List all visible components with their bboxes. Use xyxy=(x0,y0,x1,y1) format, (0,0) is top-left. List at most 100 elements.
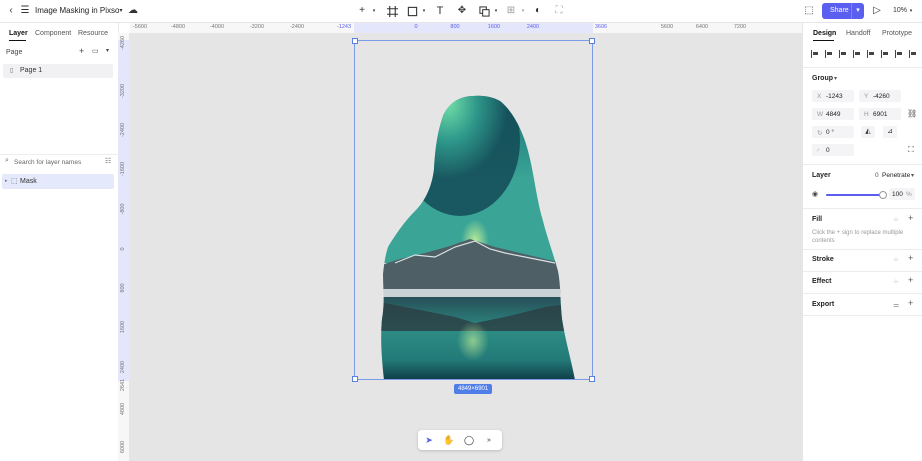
hand-tool-icon[interactable]: ✋ xyxy=(443,434,455,446)
component-tool-icon[interactable]: ✥ xyxy=(456,5,468,17)
link-icon[interactable]: ⛓ xyxy=(907,109,917,118)
layer-row[interactable]: ▸ ⬚ Mask xyxy=(2,174,114,189)
tab-design[interactable]: Design xyxy=(813,30,836,37)
add-effect-icon[interactable]: + xyxy=(908,275,913,285)
ruler-tick-label: 800 xyxy=(450,24,460,30)
style-grid-icon[interactable]: ⁘ xyxy=(893,256,899,264)
style-grid-icon[interactable]: ⁘ xyxy=(893,278,899,286)
add-stroke-icon[interactable]: + xyxy=(908,253,913,263)
masked-image xyxy=(381,95,576,379)
play-icon[interactable]: ▷ xyxy=(871,5,883,17)
h-value: 6901 xyxy=(873,110,888,118)
divider xyxy=(803,249,922,250)
resize-handle-top-left[interactable] xyxy=(352,38,358,44)
layer-row-label: Mask xyxy=(20,178,37,185)
flip-vertical-button[interactable]: ⊿ xyxy=(883,126,897,138)
fill-hint: Click the + sign to replace multiple con… xyxy=(812,230,904,244)
height-field[interactable]: H 6901 xyxy=(859,108,901,120)
align-left-icon[interactable] xyxy=(811,50,820,58)
comment-tool-icon[interactable]: ◯ xyxy=(463,434,475,446)
y-position-field[interactable]: Y -4260 xyxy=(859,90,901,102)
properties-panel: Design Handoff Prototype Group ▾ X -1243… xyxy=(802,23,922,461)
export-settings-icon[interactable]: ⚌ xyxy=(893,301,899,309)
distribute-vertical-icon[interactable] xyxy=(909,50,918,58)
opacity-slider-handle[interactable] xyxy=(879,191,887,199)
selected-group-frame[interactable] xyxy=(352,38,595,382)
chevron-down-icon[interactable]: ▾ xyxy=(490,5,502,17)
chevron-down-icon[interactable]: ▾ xyxy=(115,5,127,17)
page-item-label: Page 1 xyxy=(20,67,43,74)
cursor-tool-icon[interactable]: ➤ xyxy=(423,434,435,446)
align-middle-icon[interactable] xyxy=(867,50,876,58)
ruler-tick-label: 6000 xyxy=(120,440,126,454)
resize-handle-bottom-right[interactable] xyxy=(589,376,595,382)
crop-icon[interactable]: ⛶ xyxy=(553,5,565,17)
tab-handoff[interactable]: Handoff xyxy=(846,30,870,37)
chevron-down-icon[interactable]: ▾ xyxy=(834,75,837,82)
chevron-down-icon[interactable]: ▾ xyxy=(368,5,380,17)
contrast-icon[interactable]: ◐ xyxy=(532,5,544,17)
rotation-value: 0 ° xyxy=(826,128,835,136)
plugin-icon[interactable]: ⬚ xyxy=(803,5,815,17)
style-grid-icon[interactable]: ⁘ xyxy=(893,216,899,224)
chevron-down-icon[interactable]: ▾ xyxy=(911,172,914,179)
corner-radius-field[interactable]: ◜ 0 xyxy=(812,144,854,156)
add-fill-icon[interactable]: + xyxy=(908,213,913,223)
search-icon: ⌕ xyxy=(5,157,9,164)
group-section-title[interactable]: Group xyxy=(812,75,833,82)
tab-prototype[interactable]: Prototype xyxy=(882,30,912,37)
ruler-tick-label: -5600 xyxy=(132,24,148,30)
page-item[interactable]: ▯ Page 1 xyxy=(3,64,113,78)
width-field[interactable]: W 4849 xyxy=(812,108,854,120)
rotation-field[interactable]: ↻ 0 ° xyxy=(812,126,854,138)
rectangle-tool-icon[interactable] xyxy=(406,5,418,17)
add-page-icon[interactable]: + xyxy=(79,46,84,56)
boolean-tool-icon[interactable] xyxy=(478,5,490,17)
search-input[interactable]: Search for layer names xyxy=(14,159,81,166)
distribute-horizontal-icon[interactable] xyxy=(895,50,904,58)
canvas[interactable]: 4849×6901 ➤ ✋ ◯ » ? xyxy=(130,34,906,461)
eye-icon[interactable]: ◉ xyxy=(812,190,818,198)
resize-handle-bottom-left[interactable] xyxy=(352,376,358,382)
ruler-tick-label: -4800 xyxy=(170,24,186,30)
ruler-tick-label: 2400 xyxy=(526,24,540,30)
opacity-value: 100 xyxy=(892,190,903,198)
ruler-selection xyxy=(354,23,593,33)
blend-mode-select[interactable]: Penetrate xyxy=(882,172,910,179)
add-export-icon[interactable]: + xyxy=(908,298,913,308)
text-tool-icon[interactable]: T xyxy=(434,5,446,17)
chevron-down-icon[interactable]: ▾ xyxy=(418,5,430,17)
chevron-down-icon[interactable]: ▾ xyxy=(851,3,864,19)
layer-search[interactable]: ⌕ Search for layer names ☷ xyxy=(0,154,118,169)
filter-icon[interactable]: ☷ xyxy=(105,157,111,165)
chevron-down-icon[interactable]: ▾ xyxy=(905,5,917,17)
align-center-icon[interactable] xyxy=(825,50,834,58)
tab-component[interactable]: Component xyxy=(35,30,71,37)
expand-arrow-icon[interactable]: ▸ xyxy=(5,178,8,184)
chevron-down-icon[interactable]: ▾ xyxy=(106,47,109,54)
share-button[interactable]: Share ▾ xyxy=(822,3,864,19)
ruler-tick-label: 0 xyxy=(120,247,126,251)
document-title[interactable]: Image Masking in Pixso xyxy=(35,6,119,15)
x-position-field[interactable]: X -1243 xyxy=(812,90,854,102)
share-button-label: Share xyxy=(830,7,849,14)
frame-tool-icon[interactable] xyxy=(386,5,398,17)
opacity-slider[interactable] xyxy=(826,194,882,196)
align-bottom-icon[interactable] xyxy=(881,50,890,58)
flip-horizontal-button[interactable]: ◭ xyxy=(861,126,875,138)
stroke-section-title: Stroke xyxy=(812,256,834,263)
chevron-down-icon[interactable]: ▾ xyxy=(517,5,529,17)
menu-icon[interactable]: ☰ xyxy=(19,5,31,17)
align-top-icon[interactable] xyxy=(853,50,862,58)
tab-resource[interactable]: Resource xyxy=(78,30,108,37)
opacity-field[interactable]: 100 % xyxy=(889,188,915,200)
tab-layer[interactable]: Layer xyxy=(9,30,28,37)
mask-tool-icon[interactable]: ⊞ xyxy=(505,5,517,17)
align-right-icon[interactable] xyxy=(839,50,848,58)
more-tools-icon[interactable]: » xyxy=(483,434,495,446)
back-icon[interactable]: ‹ xyxy=(5,5,17,17)
resize-handle-top-right[interactable] xyxy=(589,38,595,44)
folder-icon[interactable]: ▭ xyxy=(92,47,99,55)
independent-corners-icon[interactable]: ⛶ xyxy=(908,145,914,155)
plus-icon[interactable]: + xyxy=(356,5,368,17)
